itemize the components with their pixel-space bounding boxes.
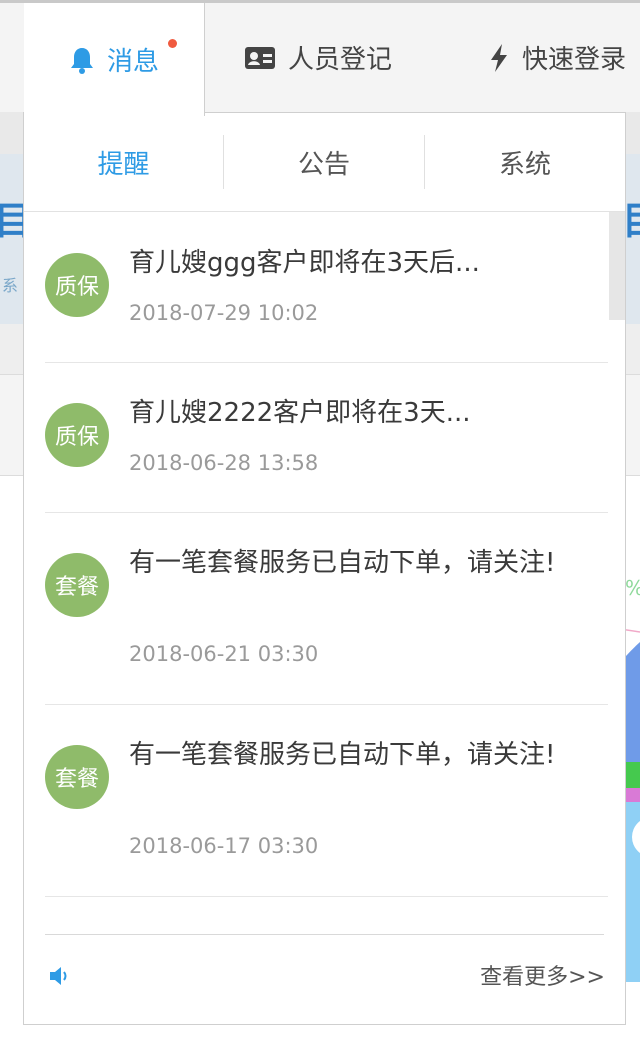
notification-item[interactable]: 套餐 有一笔套餐服务已自动下单，请关注! 2018-06-21 03:30 xyxy=(45,512,608,705)
notification-title: 有一笔套餐服务已自动下单，请关注! xyxy=(129,740,556,770)
bell-icon xyxy=(69,46,95,74)
background-banner-subtext-left: 系 xyxy=(2,276,19,295)
tab-fast-login[interactable]: 快速登录 xyxy=(488,3,626,112)
category-badge: 质保 xyxy=(45,253,109,317)
footer-divider xyxy=(45,934,604,935)
speaker-icon[interactable] xyxy=(48,963,74,989)
tab-fast-login-label: 快速登录 xyxy=(522,45,627,75)
tab-registration[interactable]: 人员登记 xyxy=(244,3,392,112)
tab-messages-label: 消息 xyxy=(106,47,159,77)
lightning-icon xyxy=(488,43,510,73)
notification-time: 2018-06-17 03:30 xyxy=(129,834,319,858)
background-chart-percent: % xyxy=(625,576,640,600)
notification-item[interactable]: 质保 育儿嫂2222客户即将在3天... 2018-06-28 13:58 xyxy=(45,362,608,513)
subtab-reminder[interactable]: 提醒 xyxy=(24,135,223,189)
unread-dot xyxy=(168,39,177,48)
notification-panel: 提醒 公告 系统 质保 育儿嫂ggg客户即将在3天后... 2018-07-29… xyxy=(23,112,626,1025)
scrollbar-thumb[interactable] xyxy=(609,212,625,320)
category-badge: 套餐 xyxy=(45,553,109,617)
notification-list: 质保 育儿嫂ggg客户即将在3天后... 2018-07-29 10:02 质保… xyxy=(24,212,625,934)
notification-time: 2018-06-21 03:30 xyxy=(129,642,319,666)
notification-title: 育儿嫂ggg客户即将在3天后... xyxy=(129,248,480,278)
top-navigation: 消息 人员登记 快速登录 xyxy=(0,0,640,116)
view-more-link[interactable]: 查看更多>> xyxy=(480,959,605,991)
subtab-system[interactable]: 系统 xyxy=(425,135,625,189)
notification-item[interactable]: 质保 育儿嫂ggg客户即将在3天后... 2018-07-29 10:02 xyxy=(45,212,608,363)
subtab-announcement[interactable]: 公告 xyxy=(224,135,424,189)
id-card-icon xyxy=(244,46,276,70)
notification-subtabs: 提醒 公告 系统 xyxy=(24,113,625,212)
notification-time: 2018-06-28 13:58 xyxy=(129,451,319,475)
tab-registration-label: 人员登记 xyxy=(288,45,393,75)
notification-item[interactable]: 套餐 有一笔套餐服务已自动下单，请关注! 2018-06-17 03:30 xyxy=(45,704,608,897)
notification-time: 2018-07-29 10:02 xyxy=(129,301,319,325)
notification-title: 有一笔套餐服务已自动下单，请关注! xyxy=(129,548,556,578)
category-badge: 质保 xyxy=(45,403,109,467)
category-badge: 套餐 xyxy=(45,745,109,809)
notification-title: 育儿嫂2222客户即将在3天... xyxy=(129,398,471,428)
tab-messages[interactable]: 消息 xyxy=(24,3,205,116)
